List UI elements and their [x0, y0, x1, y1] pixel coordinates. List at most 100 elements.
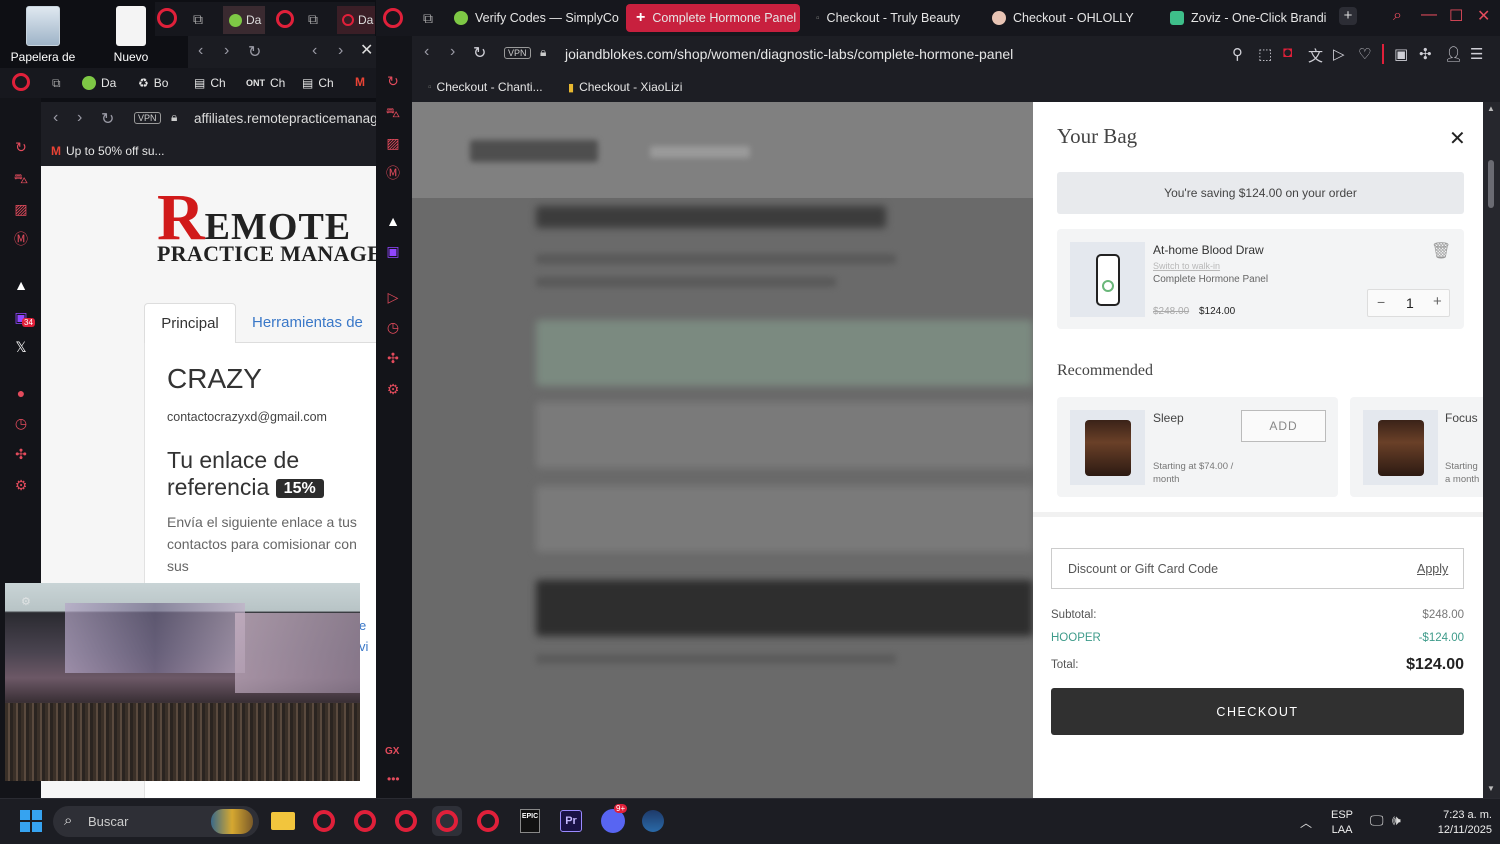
- clock[interactable]: 7:23 a. m. 12/11/2025: [1416, 808, 1492, 838]
- aria-icon[interactable]: ↻: [12, 138, 30, 156]
- spotify-icon[interactable]: ●: [12, 384, 30, 402]
- blurred-page-overlay[interactable]: [412, 102, 1033, 798]
- vpn-badge[interactable]: VPN: [134, 112, 161, 124]
- bookmark-item[interactable]: ▤ Ch: [194, 76, 226, 90]
- gmail-icon[interactable]: M: [355, 75, 365, 89]
- wallet-icon[interactable]: ▨: [12, 200, 30, 218]
- tab-verify-codes[interactable]: Verify Codes — SimplyCo: [444, 4, 622, 32]
- scrollbar-thumb[interactable]: [1488, 160, 1494, 208]
- language-indicator[interactable]: ESP LAA: [1331, 808, 1353, 838]
- wallet-icon[interactable]: ▣: [1394, 45, 1408, 63]
- trash-icon[interactable]: 🗑︎: [1431, 241, 1451, 261]
- scroll-down-icon[interactable]: ▼: [1487, 784, 1495, 793]
- scrollbar[interactable]: ▲ ▼: [1483, 102, 1500, 798]
- increase-button[interactable]: +: [1433, 293, 1442, 310]
- back-icon[interactable]: ‹: [198, 42, 203, 60]
- tab-list-icon[interactable]: ⧉: [308, 11, 318, 28]
- opera-logo-icon[interactable]: [383, 8, 403, 28]
- settings-icon[interactable]: ⚙: [384, 380, 402, 398]
- forward-icon[interactable]: ›: [77, 109, 82, 127]
- steam-button[interactable]: [638, 806, 668, 836]
- history-icon[interactable]: ◷: [12, 414, 30, 432]
- bookmark-item[interactable]: M Up to 50% off su...: [51, 144, 165, 158]
- opera-taskbar-button[interactable]: [350, 806, 380, 836]
- video-pip[interactable]: ⚙︎: [5, 583, 360, 781]
- forward-icon[interactable]: ›: [224, 42, 229, 60]
- messenger-icon[interactable]: Ⓜ: [384, 164, 402, 182]
- tray-overflow-icon[interactable]: ︿: [1300, 814, 1312, 831]
- epic-games-button[interactable]: EPIC: [515, 806, 545, 836]
- back-icon[interactable]: ‹: [53, 109, 58, 127]
- pin-icon[interactable]: ⚲: [1232, 45, 1243, 63]
- windows-start-button[interactable]: [16, 806, 46, 836]
- history-icon[interactable]: ◷: [384, 318, 402, 336]
- decrease-button[interactable]: −: [1377, 294, 1385, 310]
- search-tabs-icon[interactable]: ⌕: [1393, 7, 1402, 25]
- bookmark-item[interactable]: ▮ Checkout - XiaoLizi: [568, 80, 682, 94]
- file-explorer-button[interactable]: [268, 806, 298, 836]
- profile-icon[interactable]: 👤︎: [1444, 45, 1463, 63]
- premiere-button[interactable]: Pr: [556, 806, 586, 836]
- mini-tab[interactable]: Da: [337, 6, 375, 34]
- settings-icon[interactable]: ⚙: [12, 476, 30, 494]
- tab-ohlolly[interactable]: Checkout - OHLOLLY: [982, 4, 1152, 32]
- close-bag-button[interactable]: ✕: [1449, 126, 1466, 151]
- add-sleep-button[interactable]: ADD: [1241, 410, 1326, 442]
- wallet-icon[interactable]: ▨: [384, 134, 402, 152]
- tab-list-icon[interactable]: ⧉: [423, 10, 433, 27]
- back-icon[interactable]: ‹: [424, 43, 429, 61]
- quantity-value[interactable]: 1: [1406, 295, 1414, 311]
- bookmark-item[interactable]: ▤ Ch: [302, 76, 334, 90]
- aria-icon[interactable]: ↻: [384, 72, 402, 90]
- mini-tab[interactable]: Da: [223, 6, 265, 34]
- minimize-button[interactable]: —: [1421, 6, 1437, 24]
- bookmark-item[interactable]: ▫ Checkout - Chanti...: [428, 80, 543, 94]
- translate-icon[interactable]: 文: [1308, 45, 1323, 66]
- menu-icon[interactable]: ☰: [1470, 45, 1483, 63]
- messenger-icon[interactable]: Ⓜ: [12, 230, 30, 248]
- tab-list-icon[interactable]: ⧉: [193, 11, 203, 28]
- vpn-badge[interactable]: VPN: [504, 47, 531, 59]
- player-icon[interactable]: ▷: [384, 288, 402, 306]
- forward-icon[interactable]: ›: [450, 43, 455, 61]
- opera-taskbar-button[interactable]: [473, 806, 503, 836]
- pocket-icon[interactable]: ◘: [1283, 44, 1292, 61]
- discord-button[interactable]: 9+: [598, 804, 628, 836]
- apply-button[interactable]: Apply: [1417, 562, 1448, 576]
- scroll-up-icon[interactable]: ▲: [1487, 104, 1495, 113]
- extensions-icon[interactable]: ✣: [1419, 45, 1432, 63]
- arc-icon[interactable]: ▲: [384, 212, 402, 230]
- back-icon[interactable]: ‹: [312, 42, 317, 60]
- bookmark-item[interactable]: ONT Ch: [246, 76, 285, 90]
- reload-icon[interactable]: ↻: [101, 109, 114, 129]
- heart-icon[interactable]: ♡: [1358, 45, 1371, 63]
- opera-taskbar-button-active[interactable]: [432, 806, 462, 836]
- extensions-icon[interactable]: ✣: [384, 349, 402, 367]
- twitch-icon[interactable]: ▣: [384, 242, 402, 260]
- volume-icon[interactable]: 🕪︎: [1392, 812, 1401, 829]
- opera-taskbar-button[interactable]: [309, 806, 339, 836]
- forward-icon[interactable]: ›: [338, 42, 343, 60]
- reload-icon[interactable]: ↻: [248, 42, 261, 62]
- opera-taskbar-button[interactable]: [391, 806, 421, 836]
- bookmark-item[interactable]: ⧉: [52, 76, 61, 91]
- maximize-button[interactable]: ☐: [1449, 6, 1463, 26]
- extensions-icon[interactable]: ✣: [12, 445, 30, 463]
- desktop-icon-recycle-bin[interactable]: Papelera de: [10, 6, 76, 64]
- snapshot-icon[interactable]: ⬚: [1258, 45, 1272, 63]
- arc-icon[interactable]: ▲: [12, 276, 30, 294]
- tab-truly-beauty[interactable]: ▫ Checkout - Truly Beauty: [806, 4, 976, 32]
- network-icon[interactable]: 🖵︎: [1370, 812, 1384, 829]
- shopping-icon[interactable]: ⛍: [384, 104, 402, 122]
- send-icon[interactable]: ▷: [1333, 45, 1345, 63]
- tab-complete-hormone-panel[interactable]: + Complete Hormone Panel: [626, 4, 800, 32]
- new-tab-button[interactable]: +: [1339, 7, 1357, 25]
- tab-zoviz[interactable]: Zoviz - One-Click Brandi: [1160, 4, 1330, 32]
- shopping-icon[interactable]: ⛍: [12, 170, 30, 188]
- taskbar-search[interactable]: ⌕ Buscar: [53, 806, 259, 837]
- gx-corner-label[interactable]: GX: [385, 746, 399, 757]
- bookmark-item[interactable]: Da: [82, 76, 116, 90]
- tab-principal[interactable]: Principal: [144, 303, 236, 343]
- close-icon[interactable]: ✕: [360, 40, 373, 60]
- bookmark-item[interactable]: ♻ Bo: [138, 76, 168, 90]
